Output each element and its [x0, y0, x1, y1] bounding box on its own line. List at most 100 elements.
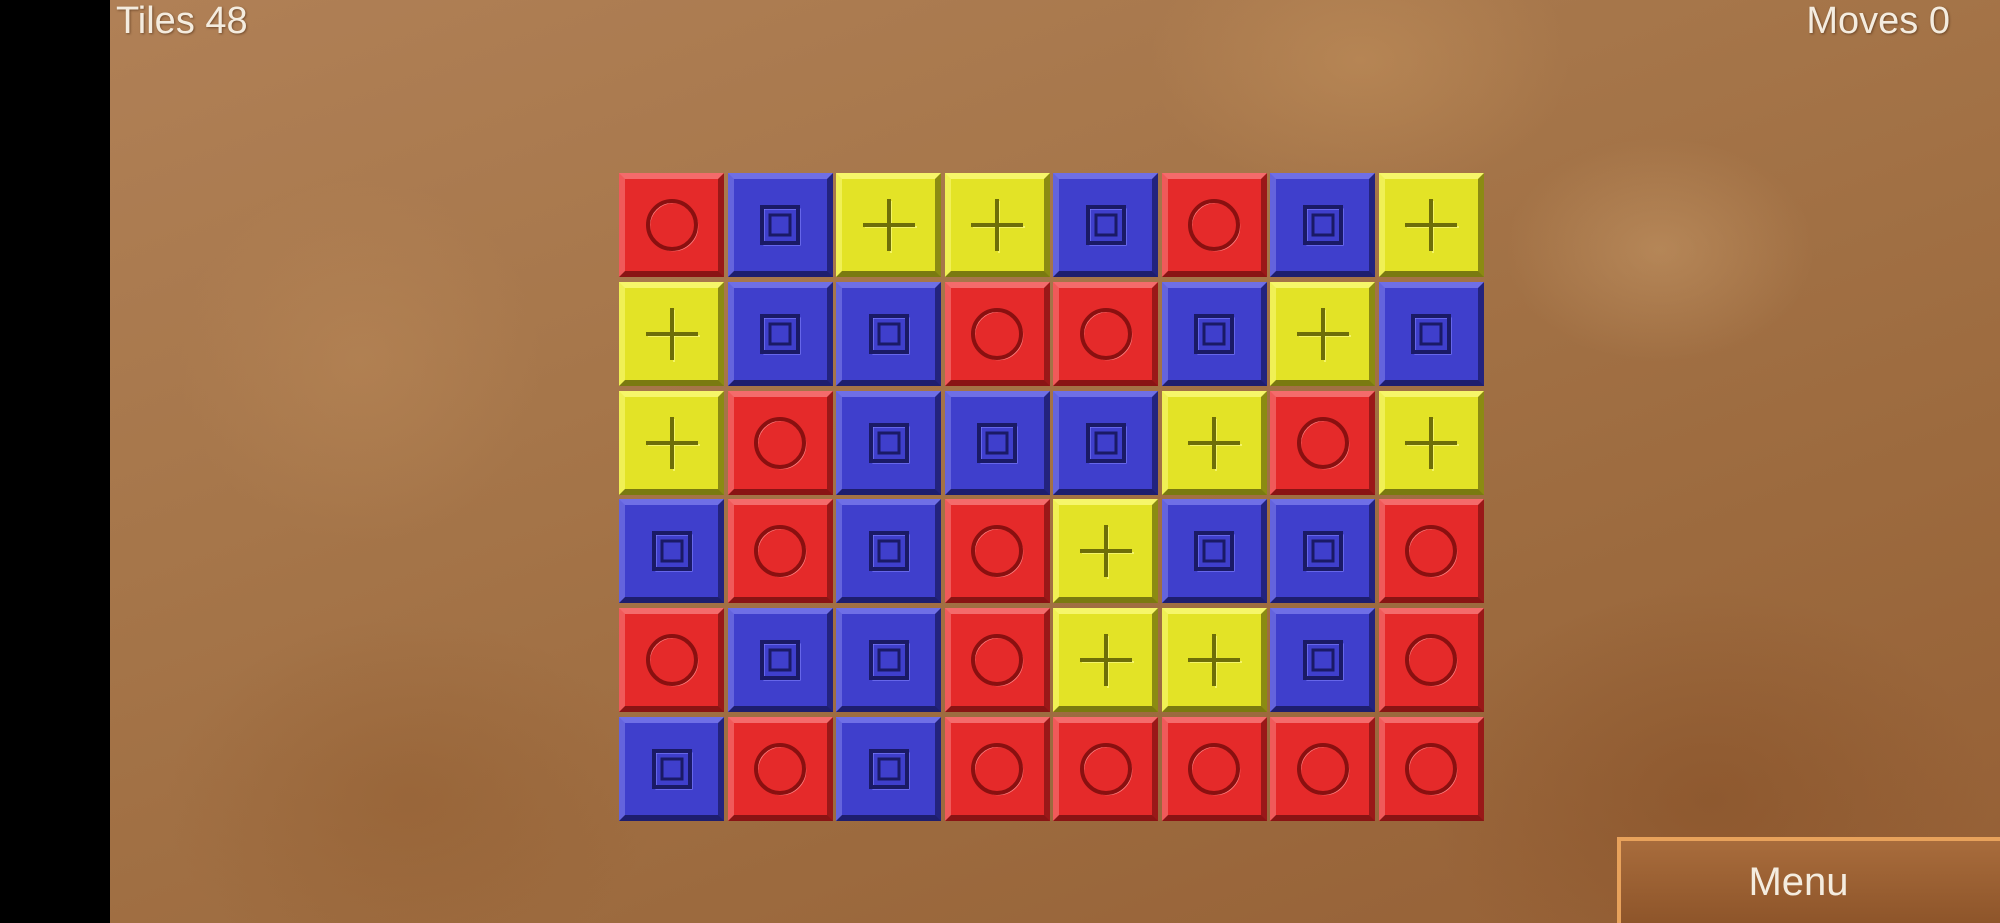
circle-icon — [1296, 742, 1349, 796]
tile-red-r4-c4[interactable] — [944, 499, 1050, 604]
tile-blue-r4-c3[interactable] — [836, 499, 941, 604]
tile-blue-r4-c1[interactable] — [619, 499, 724, 604]
tile-red-r3-c7[interactable] — [1270, 390, 1375, 495]
square-icon — [977, 422, 1018, 464]
tile-blue-r1-c2[interactable] — [727, 173, 833, 277]
tile-red-r6-c7[interactable] — [1270, 716, 1375, 821]
tile-red-r3-c2[interactable] — [727, 390, 833, 495]
menu-button-label: Menu — [1748, 859, 1849, 904]
circle-icon — [754, 416, 807, 469]
square-icon — [1411, 313, 1452, 355]
square-icon — [1085, 205, 1127, 246]
tile-yellow-r3-c6[interactable] — [1161, 390, 1267, 495]
tile-yellow-r5-c5[interactable] — [1053, 608, 1158, 713]
circle-icon — [1296, 416, 1349, 469]
circle-icon — [1079, 307, 1132, 361]
plus-icon — [1405, 199, 1459, 253]
tile-blue-r1-c7[interactable] — [1270, 173, 1375, 277]
tile-yellow-r2-c1[interactable] — [619, 281, 724, 386]
tile-red-r2-c4[interactable] — [944, 281, 1050, 386]
tile-red-r5-c4[interactable] — [944, 608, 1050, 713]
circle-icon — [1079, 742, 1132, 796]
tile-yellow-r1-c8[interactable] — [1378, 173, 1484, 277]
plus-icon — [645, 307, 700, 362]
square-icon — [1194, 531, 1235, 572]
tile-blue-r2-c8[interactable] — [1378, 281, 1484, 386]
menu-button[interactable]: Menu — [1617, 837, 2000, 923]
tile-yellow-r3-c1[interactable] — [619, 390, 724, 495]
plus-icon — [645, 416, 700, 471]
tile-blue-r5-c7[interactable] — [1270, 608, 1375, 713]
circle-icon — [1188, 742, 1241, 796]
tile-red-r5-c1[interactable] — [619, 608, 724, 713]
square-icon — [1302, 205, 1344, 246]
plus-icon — [971, 199, 1025, 253]
circle-icon — [754, 525, 807, 578]
square-icon — [1085, 422, 1127, 464]
tile-red-r1-c1[interactable] — [619, 173, 724, 277]
tile-blue-r1-c5[interactable] — [1053, 173, 1158, 277]
tile-blue-r2-c3[interactable] — [836, 281, 941, 386]
circle-icon — [971, 634, 1024, 687]
tile-red-r4-c8[interactable] — [1378, 499, 1484, 604]
plus-icon — [1188, 416, 1242, 471]
tile-red-r6-c5[interactable] — [1053, 716, 1158, 821]
tile-yellow-r2-c7[interactable] — [1270, 281, 1375, 386]
square-icon — [1302, 531, 1344, 572]
tile-blue-r3-c5[interactable] — [1053, 390, 1158, 495]
square-icon — [868, 640, 910, 681]
circle-icon — [971, 742, 1024, 796]
plus-icon — [862, 199, 917, 253]
game-screen: Tiles 48 Moves 0 Menu — [0, 0, 2000, 923]
tile-red-r1-c6[interactable] — [1161, 173, 1267, 277]
plus-icon — [1079, 634, 1134, 689]
circle-icon — [1405, 525, 1458, 578]
circle-icon — [645, 199, 698, 252]
square-icon — [868, 531, 910, 572]
tile-blue-r6-c3[interactable] — [836, 716, 941, 821]
tile-red-r6-c2[interactable] — [727, 716, 833, 821]
tile-blue-r3-c4[interactable] — [944, 390, 1050, 495]
tile-yellow-r5-c6[interactable] — [1161, 608, 1267, 713]
square-icon — [868, 313, 910, 355]
circle-icon — [645, 634, 698, 687]
tile-yellow-r1-c3[interactable] — [836, 173, 941, 277]
circle-icon — [1405, 742, 1458, 796]
circle-icon — [1188, 199, 1241, 252]
tile-yellow-r4-c5[interactable] — [1053, 499, 1158, 604]
tile-red-r6-c4[interactable] — [944, 716, 1050, 821]
square-icon — [651, 531, 693, 572]
square-icon — [760, 205, 801, 246]
tile-red-r6-c6[interactable] — [1161, 716, 1267, 821]
square-icon — [1194, 313, 1235, 355]
tile-yellow-r1-c4[interactable] — [944, 173, 1050, 277]
tile-blue-r5-c3[interactable] — [836, 608, 941, 713]
square-icon — [868, 422, 910, 464]
plus-icon — [1188, 634, 1242, 689]
square-icon — [1302, 640, 1344, 681]
plus-icon — [1079, 525, 1134, 580]
tile-blue-r2-c6[interactable] — [1161, 281, 1267, 386]
square-icon — [651, 748, 693, 790]
tile-blue-r3-c3[interactable] — [836, 390, 941, 495]
tile-blue-r2-c2[interactable] — [727, 281, 833, 386]
circle-icon — [971, 525, 1024, 578]
tile-blue-r4-c6[interactable] — [1161, 499, 1267, 604]
tile-red-r2-c5[interactable] — [1053, 281, 1158, 386]
tile-yellow-r3-c8[interactable] — [1378, 390, 1484, 495]
tile-blue-r6-c1[interactable] — [619, 716, 724, 821]
circle-icon — [754, 742, 807, 796]
left-black-bar — [0, 0, 110, 923]
plus-icon — [1405, 416, 1459, 471]
tile-red-r6-c8[interactable] — [1378, 716, 1484, 821]
tile-blue-r4-c7[interactable] — [1270, 499, 1375, 604]
square-icon — [760, 640, 801, 681]
circle-icon — [1405, 634, 1458, 687]
plus-icon — [1296, 307, 1351, 362]
circle-icon — [971, 307, 1024, 361]
moves-counter: Moves 0 — [1806, 0, 1950, 42]
square-icon — [868, 748, 910, 790]
tile-red-r5-c8[interactable] — [1378, 608, 1484, 713]
tile-red-r4-c2[interactable] — [727, 499, 833, 604]
tile-blue-r5-c2[interactable] — [727, 608, 833, 713]
